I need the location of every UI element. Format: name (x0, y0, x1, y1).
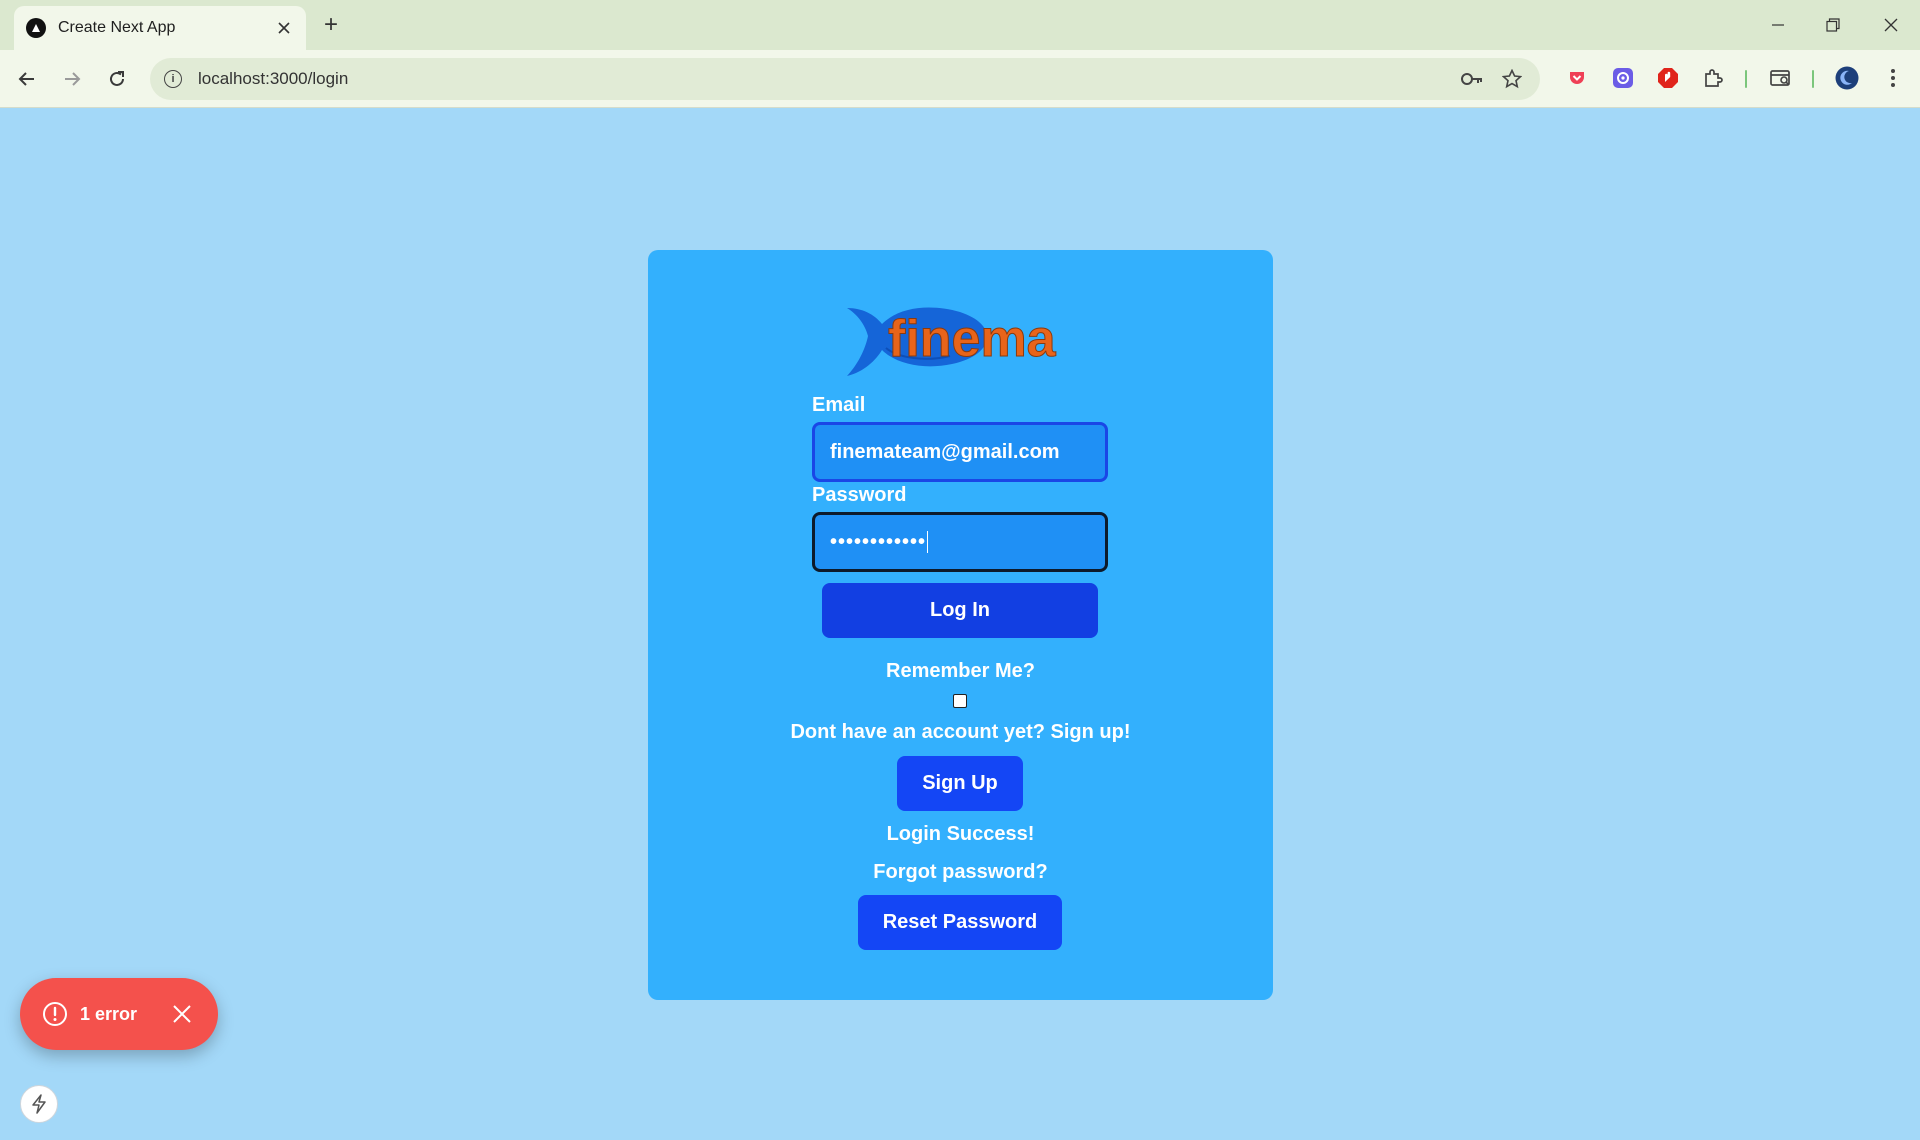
signup-prompt: Dont have an account yet? Sign up! (790, 721, 1131, 743)
password-field[interactable]: •••••••••••• (812, 512, 1108, 572)
more-menu-icon[interactable] (1880, 65, 1906, 91)
remember-me-label: Remember Me? (886, 660, 1035, 682)
password-key-icon[interactable] (1458, 65, 1486, 93)
pocket-extension-icon[interactable] (1564, 65, 1590, 91)
email-label: Email (812, 394, 866, 416)
password-label: Password (812, 484, 907, 506)
lightning-icon (32, 1094, 46, 1114)
reset-password-button[interactable]: Reset Password (858, 895, 1062, 950)
remember-me-checkbox[interactable] (953, 694, 967, 708)
email-value: finemateam@gmail.com (830, 440, 1060, 463)
adblock-extension-icon[interactable] (1655, 65, 1681, 91)
password-value: •••••••••••• (830, 530, 927, 553)
toolbar-separator (1745, 70, 1747, 88)
status-message: Login Success! (886, 823, 1035, 845)
browser-tab-strip: Create Next App + (0, 0, 1920, 50)
close-icon[interactable] (171, 1003, 193, 1025)
restore-icon[interactable] (1813, 10, 1853, 40)
text-caret (927, 531, 929, 553)
site-info-icon[interactable]: i (164, 70, 182, 88)
address-bar[interactable]: i localhost:3000/login (150, 58, 1540, 100)
dark-reader-extension-icon[interactable] (1610, 65, 1636, 91)
nextjs-dev-indicator[interactable] (20, 1085, 58, 1123)
logo-text: finema (888, 310, 1057, 368)
error-count: 1 error (80, 1003, 138, 1024)
error-indicator[interactable]: 1 error (20, 978, 218, 1050)
tab-search-icon[interactable] (1768, 65, 1794, 91)
finema-logo: finema (847, 307, 1057, 376)
bookmark-star-icon[interactable] (1498, 65, 1526, 93)
new-tab-button[interactable]: + (318, 12, 344, 38)
profile-avatar[interactable] (1834, 65, 1860, 91)
signup-button[interactable]: Sign Up (897, 756, 1023, 811)
nextjs-icon (26, 18, 46, 38)
reload-icon[interactable] (102, 64, 132, 94)
error-alert-icon (43, 1002, 67, 1026)
close-tab-icon[interactable] (274, 18, 294, 38)
tab-title: Create Next App (58, 19, 176, 36)
back-icon[interactable] (12, 64, 42, 94)
email-field[interactable]: finemateam@gmail.com (812, 422, 1108, 482)
forgot-password-text: Forgot password? (873, 861, 1048, 883)
toolbar-separator (1812, 70, 1814, 88)
browser-tab[interactable]: Create Next App (14, 6, 306, 50)
forward-icon[interactable] (57, 64, 87, 94)
login-button[interactable]: Log In (822, 583, 1098, 638)
close-window-icon[interactable] (1871, 10, 1911, 40)
url-text[interactable]: localhost:3000/login (198, 69, 1446, 89)
extensions-puzzle-icon[interactable] (1700, 65, 1726, 91)
minimize-icon[interactable] (1758, 10, 1798, 40)
